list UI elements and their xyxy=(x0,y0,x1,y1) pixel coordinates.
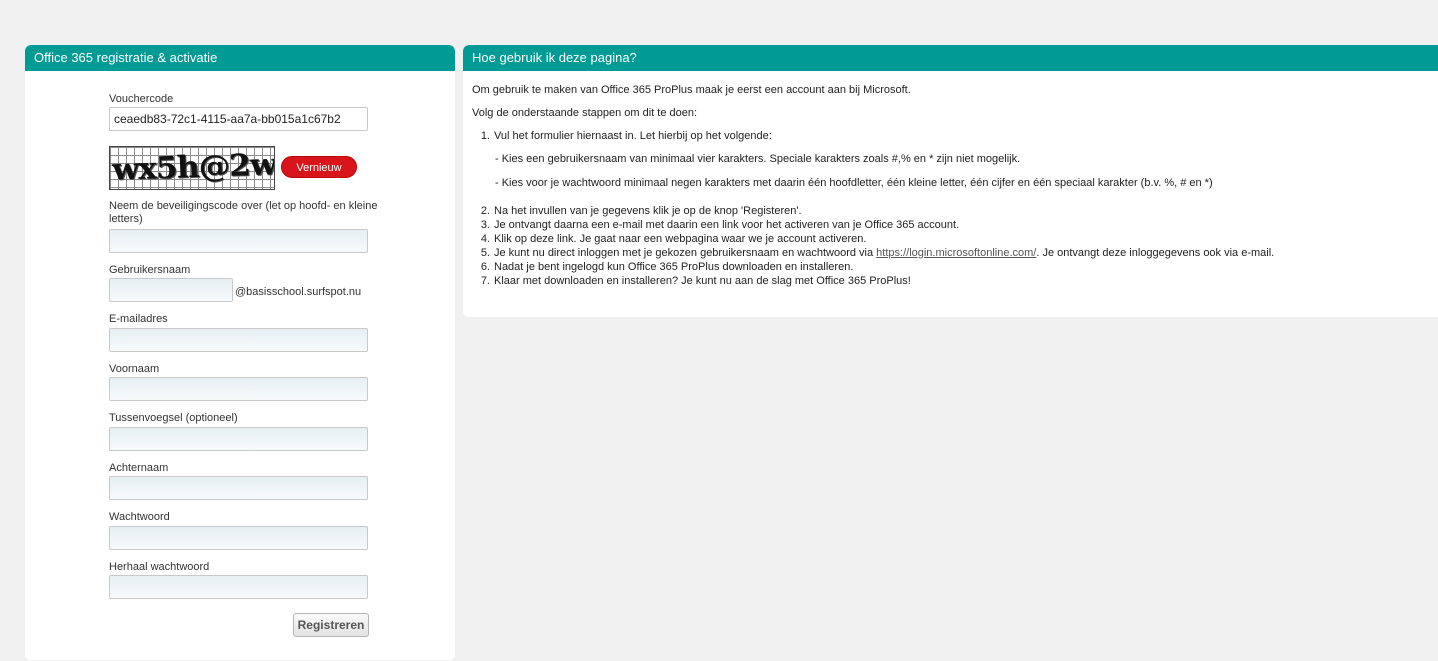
security-code-input[interactable] xyxy=(109,229,368,253)
help-step: 7. Klaar met downloaden en installeren? J… xyxy=(472,274,1432,288)
step-text: Klik op deze link. Je gaat naar een webp… xyxy=(494,233,867,245)
password-input[interactable] xyxy=(109,526,368,550)
step-note-username: - Kies een gebruikersnaam van minimaal v… xyxy=(495,153,1021,165)
registration-panel-title: Office 365 registratie & activatie xyxy=(25,45,455,71)
captcha-text: wx5h@2w xyxy=(111,147,275,188)
help-steps-intro: Volg de onderstaande stappen om dit te d… xyxy=(472,107,698,119)
step-text-pre: Je kunt nu direct inloggen met je gekoze… xyxy=(494,247,877,259)
help-panel-title: Hoe gebruik ik deze pagina? xyxy=(463,45,1438,71)
step-note-password: - Kies voor je wachtwoord minimaal negen… xyxy=(495,177,1213,189)
step-number: 6. xyxy=(480,261,490,273)
step-number: 7. xyxy=(480,275,490,287)
step-text: Je ontvangt daarna een e-mail met daarin… xyxy=(494,219,960,231)
step-number: 5. xyxy=(480,247,490,259)
email-input[interactable] xyxy=(109,328,368,352)
firstname-label: Voornaam xyxy=(109,363,160,375)
step-text: Klaar met downloaden en installeren? Je … xyxy=(494,275,911,287)
voucher-label: Vouchercode xyxy=(109,93,174,105)
repeat-password-input[interactable] xyxy=(109,575,368,599)
help-step: 5. Je kunt nu direct inloggen met je geko… xyxy=(472,246,1432,260)
username-domain-suffix: @basisschool.surfspot.nu xyxy=(235,286,362,298)
repeat-password-label: Herhaal wachtwoord xyxy=(109,561,210,573)
step-number: 1. xyxy=(480,130,490,142)
username-input[interactable] xyxy=(109,278,233,302)
step-number: 2. xyxy=(480,205,490,217)
refresh-captcha-button[interactable]: Vernieuw xyxy=(281,156,357,178)
username-label: Gebruikersnaam xyxy=(109,264,191,276)
step-number: 3. xyxy=(480,219,490,231)
help-intro: Om gebruik te maken van Office 365 ProPl… xyxy=(472,84,911,96)
microsoft-login-link[interactable]: https://login.microsoftonline.com/ xyxy=(876,247,1036,259)
security-code-label: Neem de beveiligingscode over (let op ho… xyxy=(109,200,378,225)
register-button[interactable]: Registreren xyxy=(293,613,369,637)
step-text-post: . Je ontvangt deze inloggegevens ook via… xyxy=(1036,247,1275,259)
help-steps-list: 1. Vul het formulier hiernaast in. Let hi… xyxy=(472,129,1432,288)
step-number: 4. xyxy=(480,233,490,245)
infix-input[interactable] xyxy=(109,427,368,451)
help-step: 3. Je ontvangt daarna een e-mail met daar… xyxy=(472,218,1432,232)
lastname-label: Achternaam xyxy=(109,462,169,474)
firstname-input[interactable] xyxy=(109,377,368,401)
help-step: 6. Nadat je bent ingelogd kun Office 365 … xyxy=(472,260,1432,274)
help-step: 2. Na het invullen van je gegevens klik j… xyxy=(472,204,1432,218)
help-panel: Hoe gebruik ik deze pagina? Om gebruik t… xyxy=(463,45,1438,317)
voucher-input[interactable] xyxy=(109,107,368,131)
lastname-input[interactable] xyxy=(109,476,368,500)
help-content: Om gebruik te maken van Office 365 ProPl… xyxy=(472,83,1432,288)
step-text: Vul het formulier hiernaast in. Let hier… xyxy=(494,130,772,142)
help-step: 1. Vul het formulier hiernaast in. Let hi… xyxy=(472,129,1432,190)
email-label: E-mailadres xyxy=(109,313,168,325)
help-step: 4. Klik op deze link. Je gaat naar een we… xyxy=(472,232,1432,246)
step-text: Na het invullen van je gegevens klik je … xyxy=(494,205,802,217)
registration-panel: Office 365 registratie & activatie Vouch… xyxy=(25,45,455,660)
captcha-image: wx5h@2w xyxy=(109,146,275,190)
infix-label: Tussenvoegsel (optioneel) xyxy=(109,412,238,424)
step-text: Nadat je bent ingelogd kun Office 365 Pr… xyxy=(494,261,854,273)
password-label: Wachtwoord xyxy=(109,511,170,523)
